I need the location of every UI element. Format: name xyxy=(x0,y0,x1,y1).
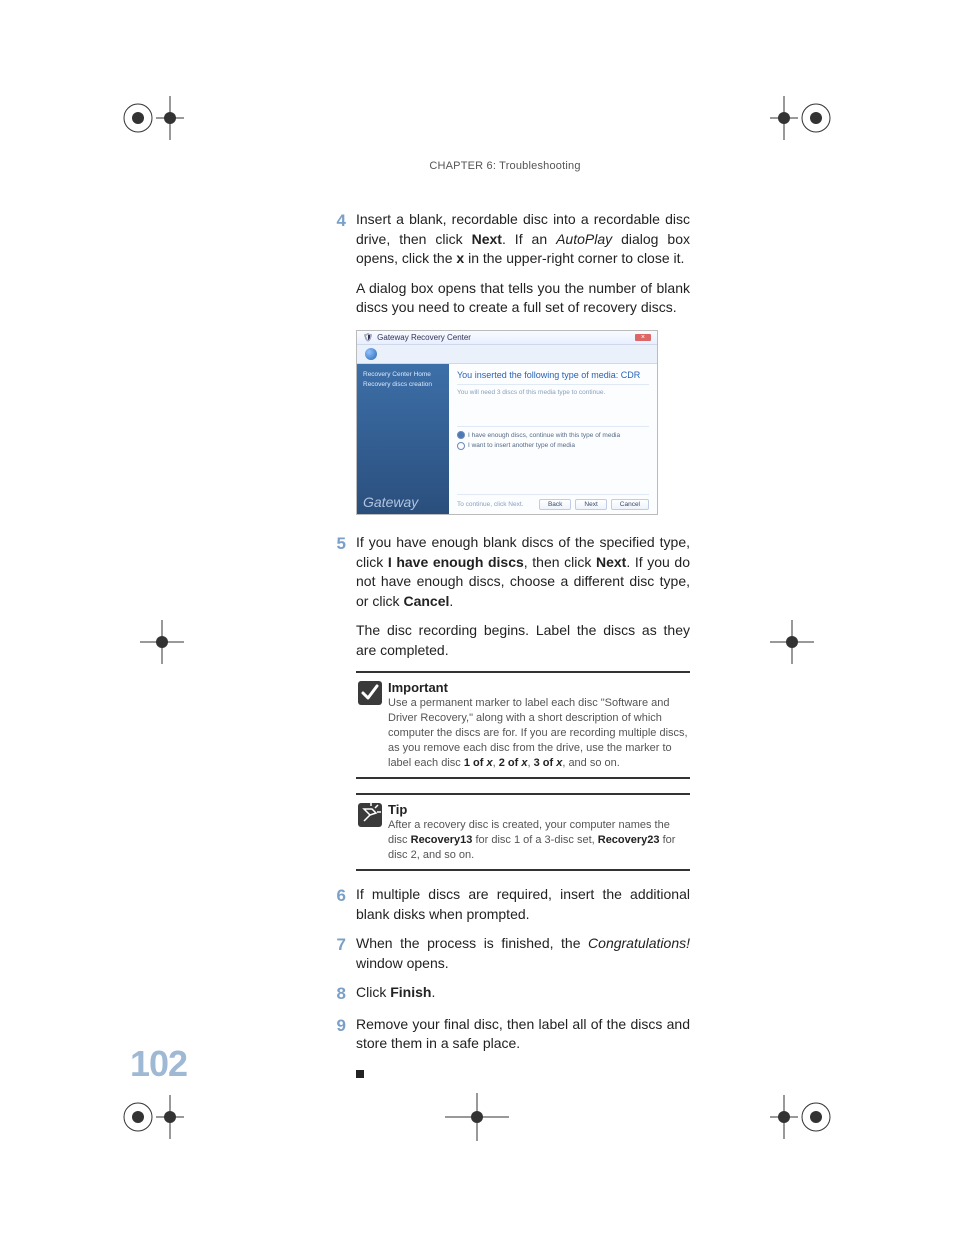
text: window opens. xyxy=(356,955,449,971)
bold-text: Cancel xyxy=(403,593,449,609)
cancel-button[interactable]: Cancel xyxy=(611,499,649,510)
bold-text: 2 of xyxy=(499,757,522,769)
step-8: 8 Click Finish. xyxy=(320,983,690,1004)
step-6: 6 If multiple discs are required, insert… xyxy=(320,885,690,924)
step-7: 7 When the process is finished, the Cong… xyxy=(320,934,690,973)
text: A dialog box opens that tells you the nu… xyxy=(356,279,690,318)
close-button[interactable]: × xyxy=(635,334,651,341)
crop-mark-icon xyxy=(120,1085,184,1149)
text: in the upper-right corner to close it. xyxy=(464,250,684,266)
next-button[interactable]: Next xyxy=(575,499,606,510)
crop-mark-icon xyxy=(770,610,834,674)
embedded-dialog-screenshot: 🛡 Gateway Recovery Center × Recovery Cen… xyxy=(356,330,658,515)
step-text: If multiple discs are required, insert t… xyxy=(356,885,690,924)
dialog-sidebar: Recovery Center Home Recovery discs crea… xyxy=(357,364,449,514)
step-number: 6 xyxy=(320,885,356,924)
step-4: 4 Insert a blank, recordable disc into a… xyxy=(320,210,690,318)
page-body: CHAPTER 6: Troubleshooting 4 Insert a bl… xyxy=(320,160,690,1093)
bold-text: Finish xyxy=(390,984,431,1000)
radio-label: I want to insert another type of media xyxy=(468,442,575,449)
crop-mark-icon xyxy=(770,86,834,150)
text: . xyxy=(431,984,435,1000)
step-number: 5 xyxy=(320,533,356,661)
dialog-heading: You inserted the following type of media… xyxy=(457,368,649,385)
text: , then click xyxy=(524,554,596,570)
step-9: 9 Remove your final disc, then label all… xyxy=(320,1015,690,1084)
end-of-procedure-icon xyxy=(356,1070,364,1078)
bold-text: 3 of xyxy=(534,757,557,769)
sidebar-item-recovery-discs[interactable]: Recovery discs creation xyxy=(363,380,443,390)
crop-mark-icon xyxy=(120,86,184,150)
dialog-title: Gateway Recovery Center xyxy=(377,333,471,342)
step-5: 5 If you have enough blank discs of the … xyxy=(320,533,690,661)
dialog-subtext: You will need 3 discs of this media type… xyxy=(457,385,649,400)
step-text: If you have enough blank discs of the sp… xyxy=(356,533,690,661)
checkmark-icon xyxy=(356,679,384,707)
dialog-main: You inserted the following type of media… xyxy=(449,364,657,514)
text: . xyxy=(449,593,453,609)
radio-icon xyxy=(457,442,465,450)
dialog-titlebar: 🛡 Gateway Recovery Center × xyxy=(357,331,657,345)
radio-icon xyxy=(457,431,465,439)
radio-label: I have enough discs, continue with this … xyxy=(468,432,620,439)
dialog-hint: To continue, click Next. xyxy=(457,501,523,508)
callout-tip: Tip After a recovery disc is created, yo… xyxy=(356,793,690,871)
flashlight-icon xyxy=(356,801,384,829)
bold-text: Recovery23 xyxy=(598,834,660,846)
text: If multiple discs are required, insert t… xyxy=(356,885,690,924)
radio-have-enough[interactable]: I have enough discs, continue with this … xyxy=(457,431,649,441)
italic-text: Congratulations! xyxy=(588,935,690,951)
step-number: 7 xyxy=(320,934,356,973)
step-number: 4 xyxy=(320,210,356,318)
text: Remove your final disc, then label all o… xyxy=(356,1015,690,1054)
text: Click xyxy=(356,984,390,1000)
text: , and so on. xyxy=(562,757,620,769)
text: The disc recording begins. Label the dis… xyxy=(356,621,690,660)
bold-text: Recovery13 xyxy=(411,834,473,846)
bold-text: Next xyxy=(472,231,502,247)
back-icon[interactable] xyxy=(365,348,377,360)
brand-logo: Gateway xyxy=(363,494,443,510)
italic-text: AutoPlay xyxy=(556,231,612,247)
crop-mark-icon xyxy=(120,610,184,674)
crop-mark-icon xyxy=(770,1085,834,1149)
callout-title: Important xyxy=(388,680,448,695)
bold-text: I have enough discs xyxy=(388,554,524,570)
chapter-header: CHAPTER 6: Troubleshooting xyxy=(320,160,690,172)
bold-text: 1 of xyxy=(464,757,487,769)
step-text: Click Finish. xyxy=(356,983,690,1004)
radio-insert-another[interactable]: I want to insert another type of media xyxy=(457,441,649,451)
text: . If an xyxy=(502,231,556,247)
text: for disc 1 of a 3-disc set, xyxy=(472,834,597,846)
dialog-navbar xyxy=(357,345,657,364)
step-number: 9 xyxy=(320,1015,356,1084)
shield-icon: 🛡 xyxy=(363,333,373,342)
crop-mark-icon xyxy=(445,1085,509,1149)
step-number: 8 xyxy=(320,983,356,1004)
bold-text: Next xyxy=(596,554,626,570)
sidebar-item-home[interactable]: Recovery Center Home xyxy=(363,370,443,380)
step-text: When the process is finished, the Congra… xyxy=(356,934,690,973)
callout-title: Tip xyxy=(388,802,407,817)
text: When the process is finished, the xyxy=(356,935,588,951)
step-text: Insert a blank, recordable disc into a r… xyxy=(356,210,690,318)
page-number: 102 xyxy=(130,1043,187,1085)
callout-important: Important Use a permanent marker to labe… xyxy=(356,671,690,779)
step-text: Remove your final disc, then label all o… xyxy=(356,1015,690,1084)
back-button[interactable]: Back xyxy=(539,499,571,510)
